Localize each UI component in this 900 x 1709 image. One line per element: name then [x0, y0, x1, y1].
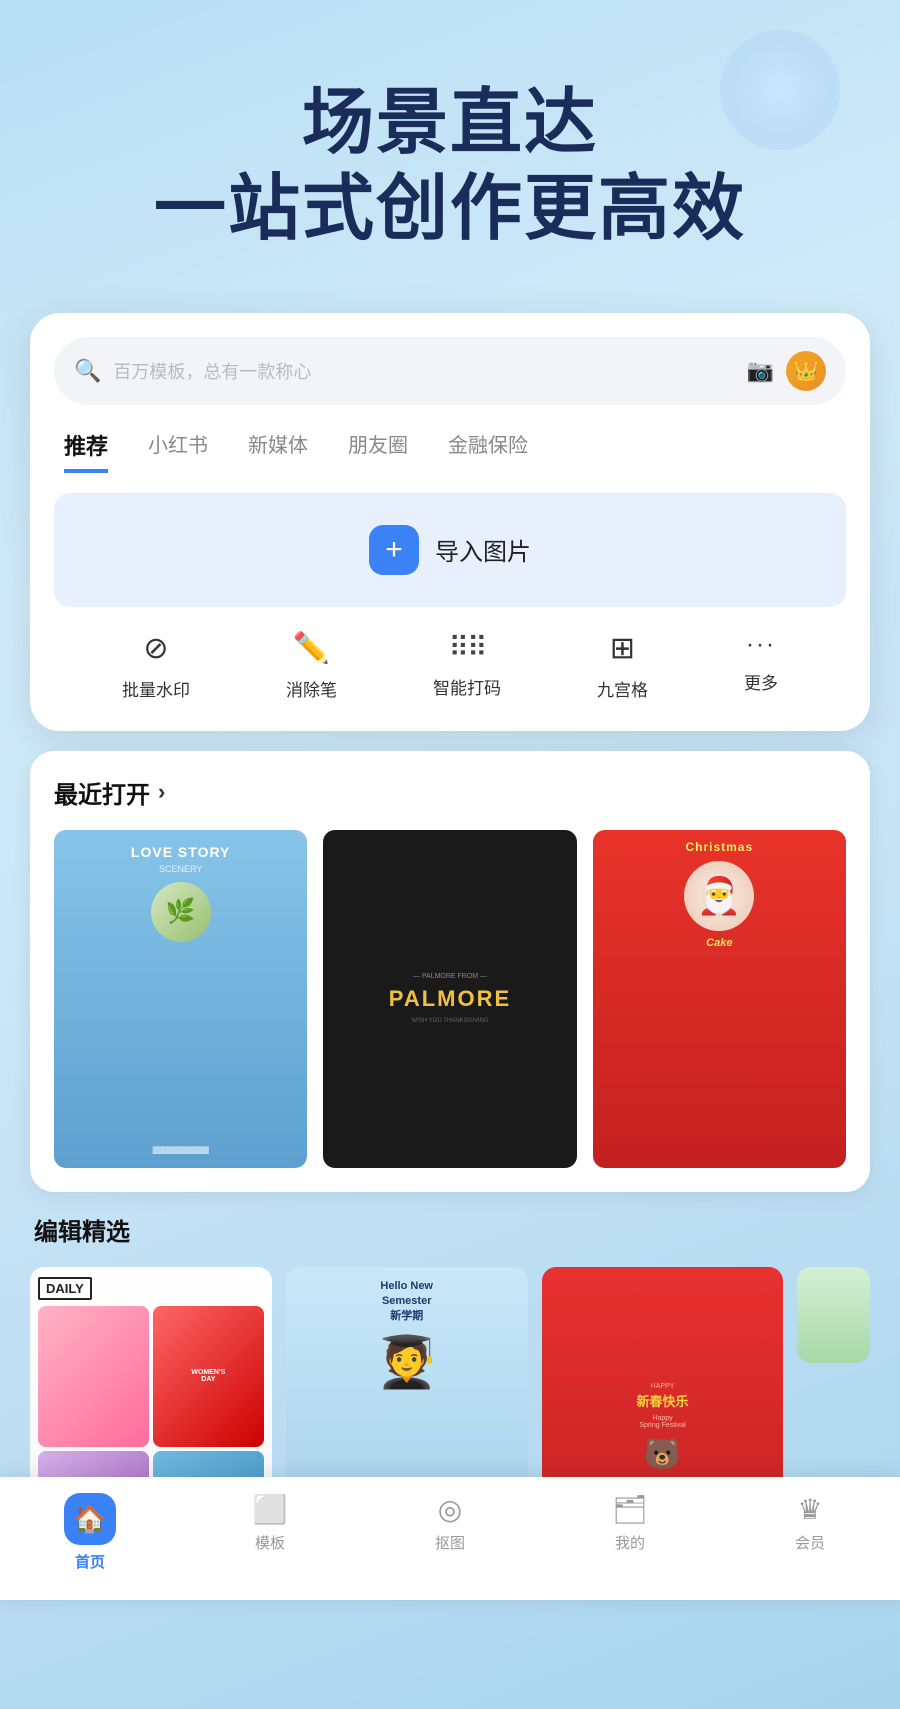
tab-xiaohongshu[interactable]: 小红书 [148, 429, 208, 473]
category-tabs: 推荐 小红书 新媒体 朋友圈 金融保险 [54, 429, 846, 473]
nav-home-label: 首页 [75, 1551, 105, 1572]
love-story-sub: SCENERY [159, 864, 202, 874]
womens-day-text: WOMEN'SDAY [191, 1369, 225, 1383]
editor-title: 编辑精选 [30, 1212, 870, 1247]
daily-label: DAILY [38, 1277, 92, 1300]
spring-top: HAPPY [651, 1383, 675, 1390]
search-placeholder: 百万模板，总有一款称心 [113, 358, 734, 384]
christmas-sub: Cake [706, 937, 732, 949]
spring-title: 新春快乐 [637, 1394, 689, 1411]
nav-cutout-label: 抠图 [435, 1532, 465, 1553]
spring-sub: HappySpring Festival [639, 1415, 685, 1429]
tool-eraser[interactable]: ✏️ 消除笔 [286, 631, 337, 701]
recent-item-christmas[interactable]: Christmas 🎅 Cake [593, 830, 846, 1168]
love-story-title: LOVE STORY [131, 844, 230, 860]
editor-item-partial[interactable] [797, 1267, 870, 1364]
recent-title: 最近打开 [54, 775, 150, 810]
recent-header: 最近打开 › [54, 775, 846, 810]
tool-mosaic[interactable]: ⠿⠿ 智能打码 [433, 631, 501, 701]
tab-new-media[interactable]: 新媒体 [248, 429, 308, 473]
palmore-bottom: WISH YOU THANKSGIVING [411, 1018, 488, 1024]
search-icon: 🔍 [74, 358, 101, 384]
christmas-title: Christmas [685, 840, 753, 856]
tool-9grid[interactable]: ⊞ 九宫格 [597, 631, 648, 701]
tab-recommend[interactable]: 推荐 [64, 429, 108, 473]
import-area[interactable]: + 导入图片 [54, 493, 846, 607]
nav-template[interactable]: ⬜ 模板 [230, 1493, 310, 1572]
tool-more[interactable]: ··· 更多 [744, 631, 778, 701]
main-card: 🔍 百万模板，总有一款称心 📷 👑 推荐 小红书 新媒体 朋友圈 金融保险 + … [30, 313, 870, 731]
camera-icon[interactable]: 📷 [747, 358, 774, 384]
nav-member[interactable]: ♛ 会员 [770, 1493, 850, 1572]
import-label: 导入图片 [435, 532, 531, 567]
hello-semester-title: Hello New Semester 新学期 [380, 1279, 433, 1325]
love-story-bottom: ▓▓▓▓▓▓▓▓▓▓▓ [153, 1147, 209, 1154]
tool-watermark[interactable]: ⊘ 批量水印 [122, 631, 190, 701]
member-icon: ♛ [797, 1493, 822, 1526]
nav-member-label: 会员 [795, 1532, 825, 1553]
search-bar[interactable]: 🔍 百万模板，总有一款称心 📷 👑 [54, 337, 846, 405]
bottom-nav: 🏠 首页 ⬜ 模板 ◎ 抠图 🗂 我的 ♛ 会员 [0, 1477, 900, 1600]
love-story-image: 🌿 [151, 882, 211, 942]
recent-section: 最近打开 › LOVE STORY SCENERY 🌿 ▓▓▓▓▓▓▓▓▓▓▓ … [30, 751, 870, 1192]
mosaic-icon: ⠿⠿ [448, 631, 485, 664]
home-icon-bg: 🏠 [64, 1493, 116, 1545]
tab-finance[interactable]: 金融保险 [448, 429, 528, 473]
eraser-label: 消除笔 [286, 676, 337, 701]
vip-badge[interactable]: 👑 [786, 351, 826, 391]
santa-icon: 🎅 [684, 861, 754, 931]
hello-semester-figure: 🧑‍🎓 [376, 1333, 438, 1392]
mosaic-label: 智能打码 [433, 674, 501, 699]
recent-item-palmore[interactable]: — PALMORE FROM — PALMORE WISH YOU THANKS… [323, 830, 576, 1168]
hero-section: 场景直达 一站式创作更高效 [0, 0, 900, 293]
nav-mine[interactable]: 🗂 我的 [590, 1493, 670, 1572]
tab-moments[interactable]: 朋友圈 [348, 429, 408, 473]
nav-mine-label: 我的 [615, 1532, 645, 1553]
mine-icon: 🗂 [612, 1493, 648, 1526]
eraser-icon: ✏️ [293, 631, 330, 666]
nav-template-label: 模板 [255, 1532, 285, 1553]
palmore-title: PALMORE [389, 986, 511, 1012]
recent-item-love-story[interactable]: LOVE STORY SCENERY 🌿 ▓▓▓▓▓▓▓▓▓▓▓ [54, 830, 307, 1168]
recent-arrow[interactable]: › [158, 779, 165, 805]
nav-cutout[interactable]: ◎ 抠图 [410, 1493, 490, 1572]
daily-pink [38, 1306, 149, 1448]
crown-icon: 👑 [794, 358, 819, 383]
daily-womens: WOMEN'SDAY [153, 1306, 264, 1448]
tools-row: ⊘ 批量水印 ✏️ 消除笔 ⠿⠿ 智能打码 ⊞ 九宫格 ··· 更多 [54, 607, 846, 701]
watermark-label: 批量水印 [122, 676, 190, 701]
grid-label: 九宫格 [597, 676, 648, 701]
watermark-icon: ⊘ [143, 631, 168, 666]
nav-home[interactable]: 🏠 首页 [50, 1493, 130, 1572]
more-icon: ··· [746, 631, 776, 659]
cutout-icon: ◎ [438, 1493, 462, 1526]
recent-grid: LOVE STORY SCENERY 🌿 ▓▓▓▓▓▓▓▓▓▓▓ — PALMO… [54, 830, 846, 1168]
more-label: 更多 [744, 669, 778, 694]
grid-icon: ⊞ [610, 631, 635, 666]
home-icon: 🏠 [74, 1504, 106, 1535]
spring-bear: 🐻 [644, 1437, 681, 1472]
hero-decoration [720, 30, 840, 150]
palmore-top: — PALMORE FROM — [413, 973, 487, 980]
template-icon: ⬜ [253, 1493, 288, 1526]
import-plus-icon: + [369, 525, 419, 575]
